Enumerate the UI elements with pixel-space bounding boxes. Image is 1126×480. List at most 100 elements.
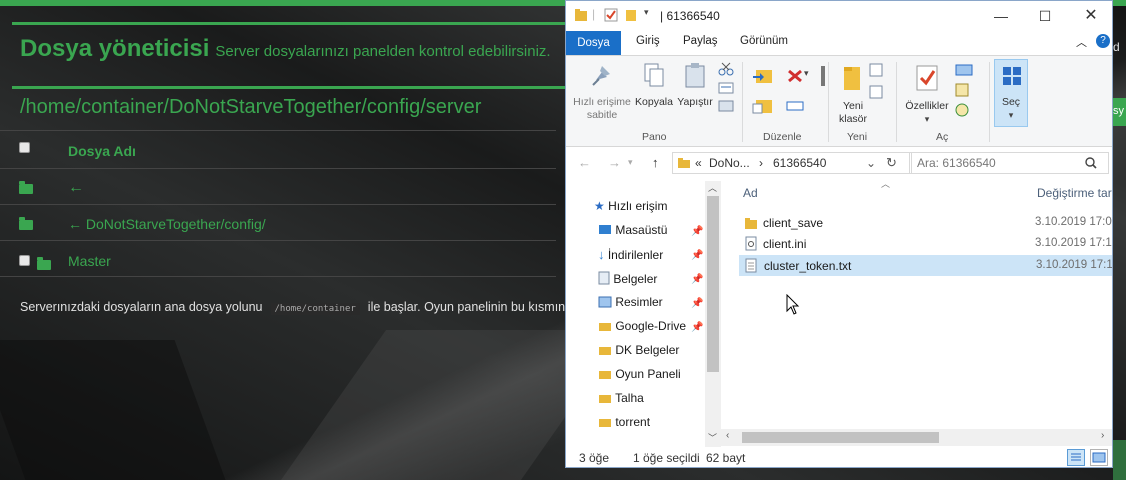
close-button[interactable]: ✕ — [1080, 5, 1102, 27]
pin-icon[interactable]: 📌 — [691, 298, 703, 309]
tab-home[interactable]: Giriş — [636, 35, 660, 47]
maximize-button[interactable]: ☐ — [1034, 5, 1056, 27]
nav-item-pictures[interactable]: Resimler — [598, 295, 663, 317]
background-shape — [1113, 440, 1126, 480]
table-row[interactable]: ← DoNotStarveTogether/config/ — [0, 204, 556, 240]
nav-item-documents[interactable]: Belgeler — [598, 271, 657, 293]
row-checkbox[interactable] — [19, 255, 30, 266]
nav-item-talha[interactable]: Talha — [598, 391, 644, 413]
folder-icon — [599, 371, 611, 379]
nav-item-downloads[interactable]: ↓ İndirilenler — [598, 247, 663, 269]
large-icons-view-button[interactable] — [1090, 449, 1108, 466]
breadcrumb-item[interactable]: DoNo... — [709, 156, 750, 170]
file-list-scrollbar[interactable]: ‹ › — [721, 429, 1112, 446]
edit-icon[interactable] — [954, 82, 970, 98]
scroll-right-icon[interactable]: › — [1101, 430, 1104, 441]
collapse-ribbon-icon[interactable]: ︿ — [1076, 34, 1087, 50]
scrollbar-thumb[interactable] — [707, 196, 719, 372]
nav-item-oyun-paneli[interactable]: Oyun Paneli — [598, 367, 681, 389]
up-button[interactable]: ↑ — [652, 155, 659, 170]
table-row[interactable]: ← — [0, 168, 556, 204]
folder-link-master[interactable]: Master — [68, 253, 111, 269]
dropdown-arrow-icon[interactable]: ▾ — [804, 68, 809, 79]
easy-access-icon[interactable] — [867, 84, 885, 100]
column-header-name[interactable]: Ad — [743, 186, 758, 200]
breadcrumb-separator[interactable]: › — [759, 156, 763, 170]
nav-scrollbar[interactable]: ︿ ﹀ — [705, 181, 721, 447]
scrollbar-thumb[interactable] — [742, 432, 939, 443]
copy-path-icon[interactable] — [718, 82, 734, 94]
file-date: 3.10.2019 17:1 — [1035, 237, 1112, 249]
rename-field-icon[interactable] — [786, 98, 804, 114]
cut-icon[interactable] — [718, 62, 734, 76]
parent-folder-link[interactable]: ← DoNotStarveTogether/config/ — [68, 216, 266, 232]
new-folder-icon[interactable] — [624, 8, 638, 22]
refresh-icon[interactable]: ↻ — [886, 155, 897, 171]
column-header-modified[interactable]: Değiştirme tari — [1037, 186, 1112, 200]
select-grid-icon — [1003, 67, 1021, 85]
current-path: /home/container/DoNotStarveTogether/conf… — [20, 96, 482, 118]
properties-check-icon — [916, 65, 938, 91]
history-icon[interactable] — [954, 102, 970, 118]
open-icon[interactable] — [954, 62, 980, 78]
address-bar[interactable]: « DoNo... › 61366540 ⌄ ↻ — [672, 152, 912, 174]
rename-icon[interactable] — [818, 64, 828, 88]
pin-icon[interactable]: 📌 — [691, 322, 703, 333]
file-name: client.ini — [763, 237, 807, 251]
recent-locations-icon[interactable]: ▾ — [628, 157, 633, 168]
clipped-button[interactable]: sy — [1113, 98, 1126, 126]
table-divider — [0, 276, 556, 278]
back-arrow-link[interactable]: ← — [68, 179, 84, 197]
copy-to-icon[interactable] — [752, 96, 774, 116]
minimize-button[interactable]: — — [990, 5, 1012, 27]
star-icon: ★ — [594, 199, 605, 213]
move-to-icon[interactable] — [752, 66, 774, 86]
download-icon: ↓ — [598, 247, 605, 262]
nav-item-desktop[interactable]: Masaüstü — [598, 223, 667, 245]
nav-item-dk-belgeler[interactable]: DK Belgeler — [598, 343, 679, 365]
search-input[interactable]: Ara: 61366540 — [909, 152, 1109, 174]
help-icon[interactable]: ? — [1096, 34, 1110, 48]
table-row[interactable]: Master — [0, 240, 556, 276]
group-label-clipboard: Pano — [642, 131, 667, 143]
breadcrumb-current[interactable]: 61366540 — [773, 156, 826, 170]
new-item-icon[interactable] — [867, 62, 885, 78]
details-view-button[interactable] — [1067, 449, 1085, 466]
dropdown-arrow-icon[interactable]: ▾ — [644, 7, 649, 18]
tab-view[interactable]: Görünüm — [740, 35, 788, 47]
breadcrumb-overflow[interactable]: « — [695, 156, 702, 170]
file-row[interactable]: client.ini 3.10.2019 17:1 — [739, 234, 1112, 255]
forward-button[interactable]: → — [608, 155, 621, 170]
config-file-icon — [745, 236, 757, 251]
pin-icon[interactable]: 📌 — [691, 250, 703, 261]
large-icons-view-icon — [1092, 452, 1106, 463]
clipped-text: d — [1113, 40, 1120, 54]
folder-icon — [19, 181, 33, 194]
scroll-left-icon[interactable]: ‹ — [726, 430, 729, 441]
info-code: /home/container — [270, 303, 360, 315]
tab-share[interactable]: Paylaş — [683, 35, 718, 47]
file-row-selected[interactable]: cluster_token.txt 3.10.2019 17:1 — [739, 255, 1112, 276]
nav-item-quick-access[interactable]: ★ Hızlı erişim — [594, 199, 667, 221]
address-history-icon[interactable]: ⌄ — [866, 156, 876, 170]
nav-item-torrent[interactable]: torrent — [598, 415, 650, 437]
delete-icon[interactable] — [786, 68, 804, 84]
properties-check-icon[interactable] — [604, 8, 618, 22]
status-item-count: 3 öğe — [579, 451, 610, 465]
info-text-before: Serverınızdaki dosyaların ana dosya yolu… — [20, 300, 263, 314]
back-button[interactable]: ← — [578, 155, 591, 170]
file-row[interactable]: client_save 3.10.2019 17:0 — [739, 213, 1112, 234]
nav-item-google-drive[interactable]: Google-Drive — [598, 319, 686, 341]
select-button[interactable]: Seç ▾ — [994, 59, 1028, 127]
properties-button[interactable]: Özellikler ▾ — [902, 64, 952, 126]
paste-shortcut-icon[interactable] — [718, 100, 734, 112]
scroll-up-icon[interactable]: ︿ — [708, 181, 717, 194]
pin-icon[interactable]: 📌 — [691, 226, 703, 237]
scroll-down-icon[interactable]: ﹀ — [708, 431, 717, 444]
copy-button[interactable]: Kopyala — [634, 62, 674, 109]
paste-button[interactable]: Yapıştır — [676, 62, 714, 109]
pin-icon[interactable]: 📌 — [691, 274, 703, 285]
tab-file[interactable]: Dosya — [566, 31, 621, 55]
pin-quick-access-button[interactable]: Hızlı erişime sabitle — [572, 62, 632, 122]
select-all-checkbox[interactable] — [19, 142, 30, 153]
